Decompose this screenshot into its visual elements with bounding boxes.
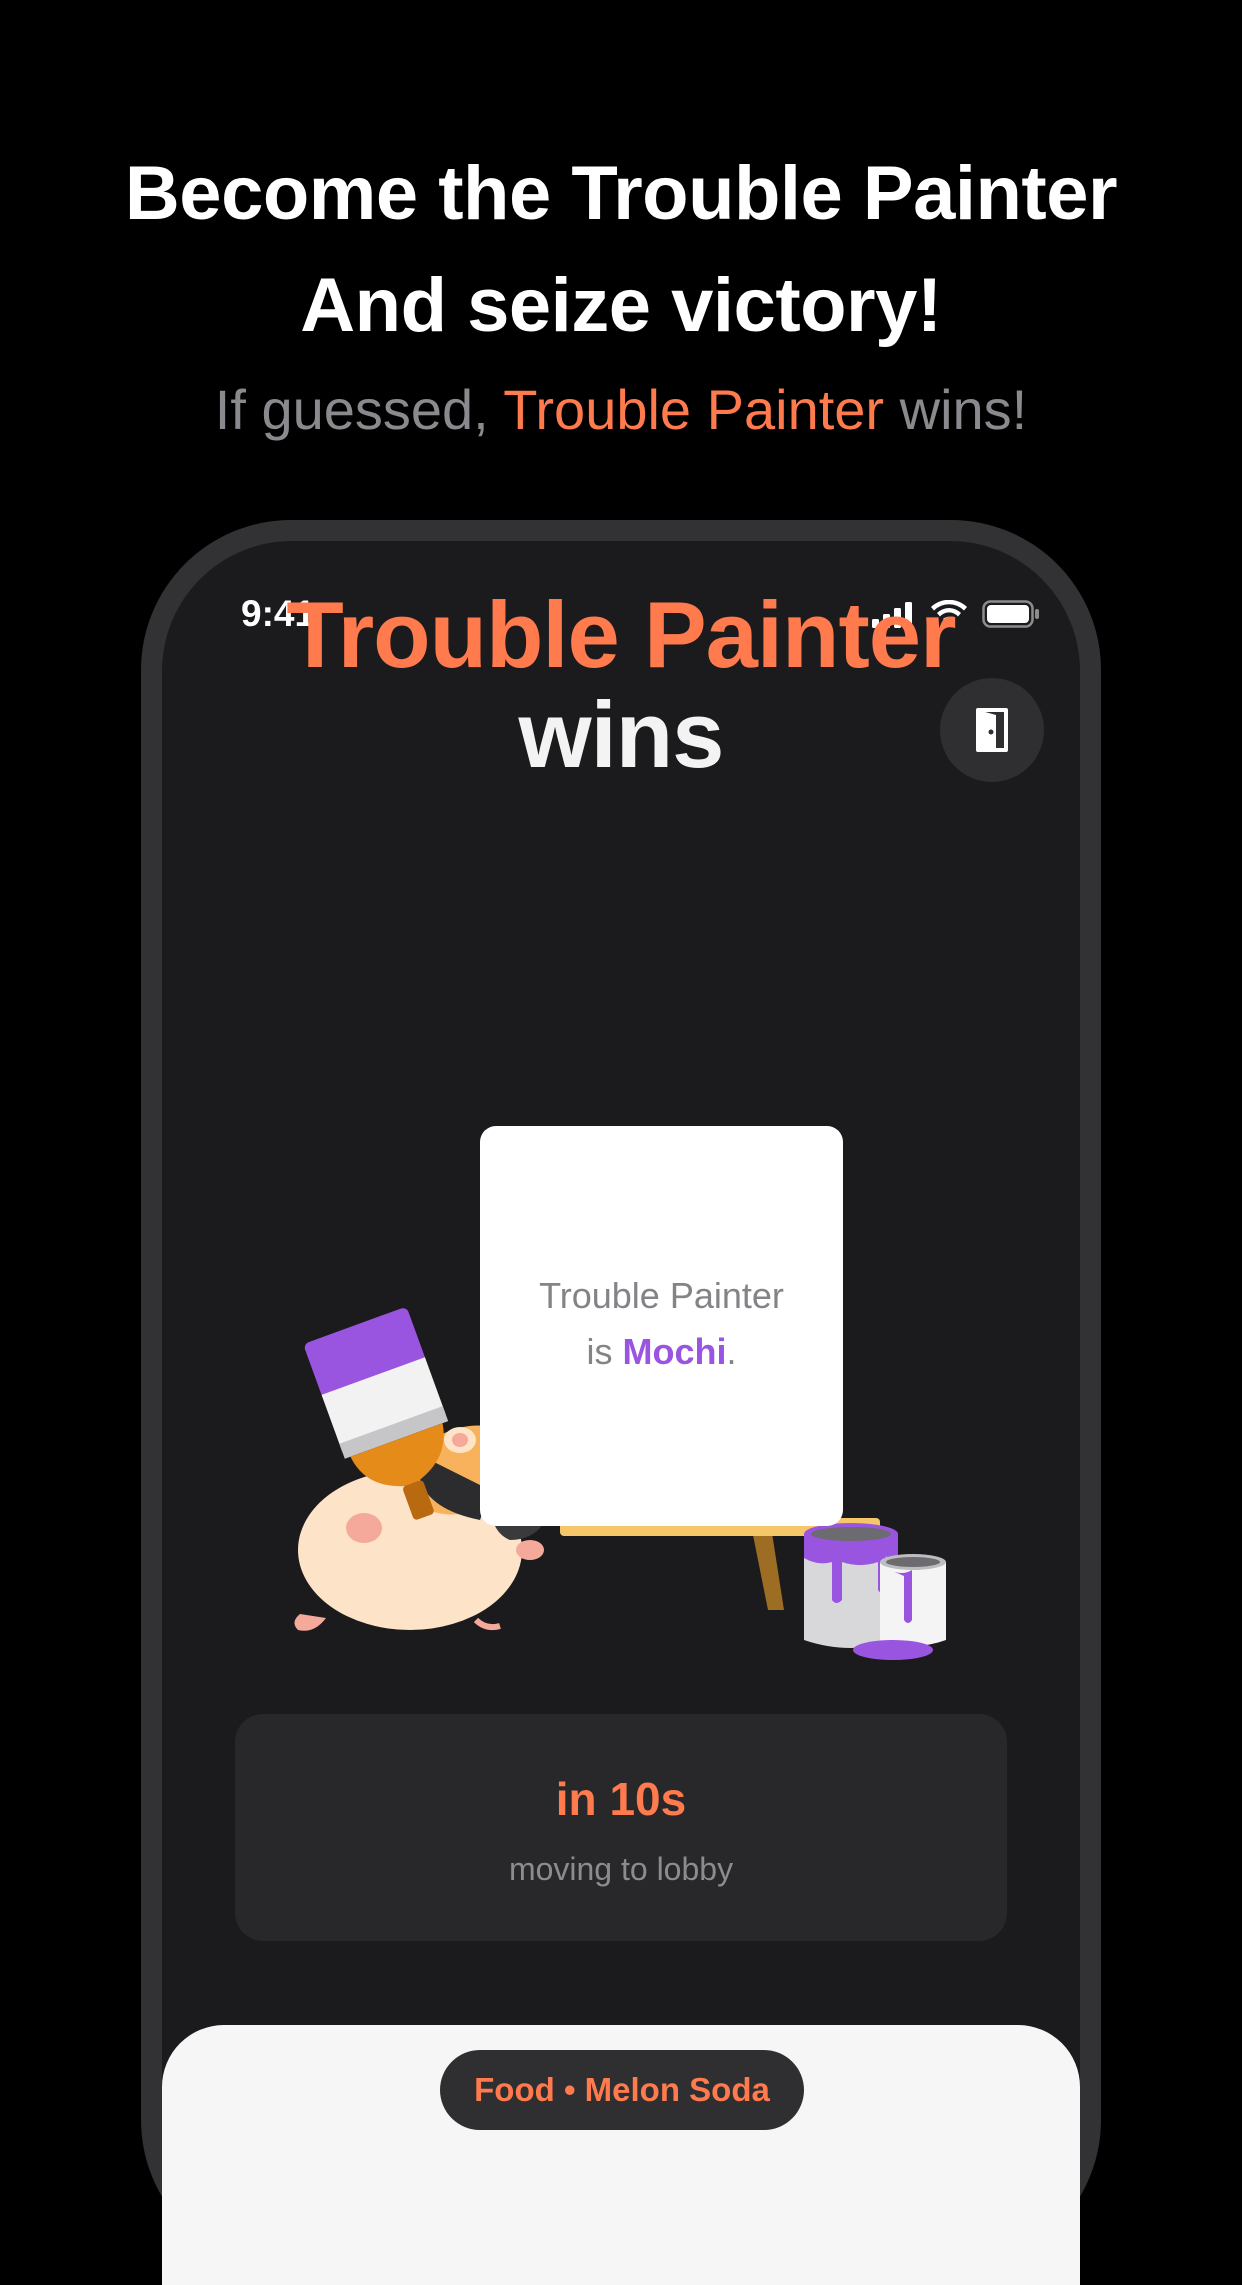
card-line-2-prefix: is (586, 1331, 613, 1372)
card-line-2: is Mochi. (480, 1324, 843, 1380)
result-title: Trouble Painter wins (0, 585, 1242, 785)
countdown-panel: in 10s moving to lobby (235, 1714, 1007, 1941)
canvas-card-text: Trouble Painter is Mochi. (480, 1268, 843, 1380)
card-line-1: Trouble Painter (539, 1275, 784, 1316)
countdown-caption: moving to lobby (508, 1851, 734, 1887)
topic-pill: Food • Melon Soda (440, 2050, 804, 2130)
promo-subline: If guessed, Trouble Painter wins! (0, 372, 1242, 448)
promo-headline: Become the Trouble Painter And seize vic… (0, 138, 1242, 362)
result-title-rest: wins (518, 682, 725, 787)
result-title-accent: Trouble Painter (286, 582, 956, 687)
headline-line-1: Become the Trouble Painter (124, 151, 1118, 236)
topic-label: Food • Melon Soda (474, 2071, 770, 2108)
card-line-2-suffix: . (726, 1331, 737, 1372)
countdown-timer: in 10s (555, 1773, 687, 1825)
painter-name: Mochi (622, 1331, 727, 1372)
subline-prefix: If guessed, (214, 378, 489, 441)
headline-line-2: And seize victory! (300, 263, 942, 348)
subline-accent: Trouble Painter (503, 378, 885, 441)
subline-suffix: wins! (899, 378, 1028, 441)
